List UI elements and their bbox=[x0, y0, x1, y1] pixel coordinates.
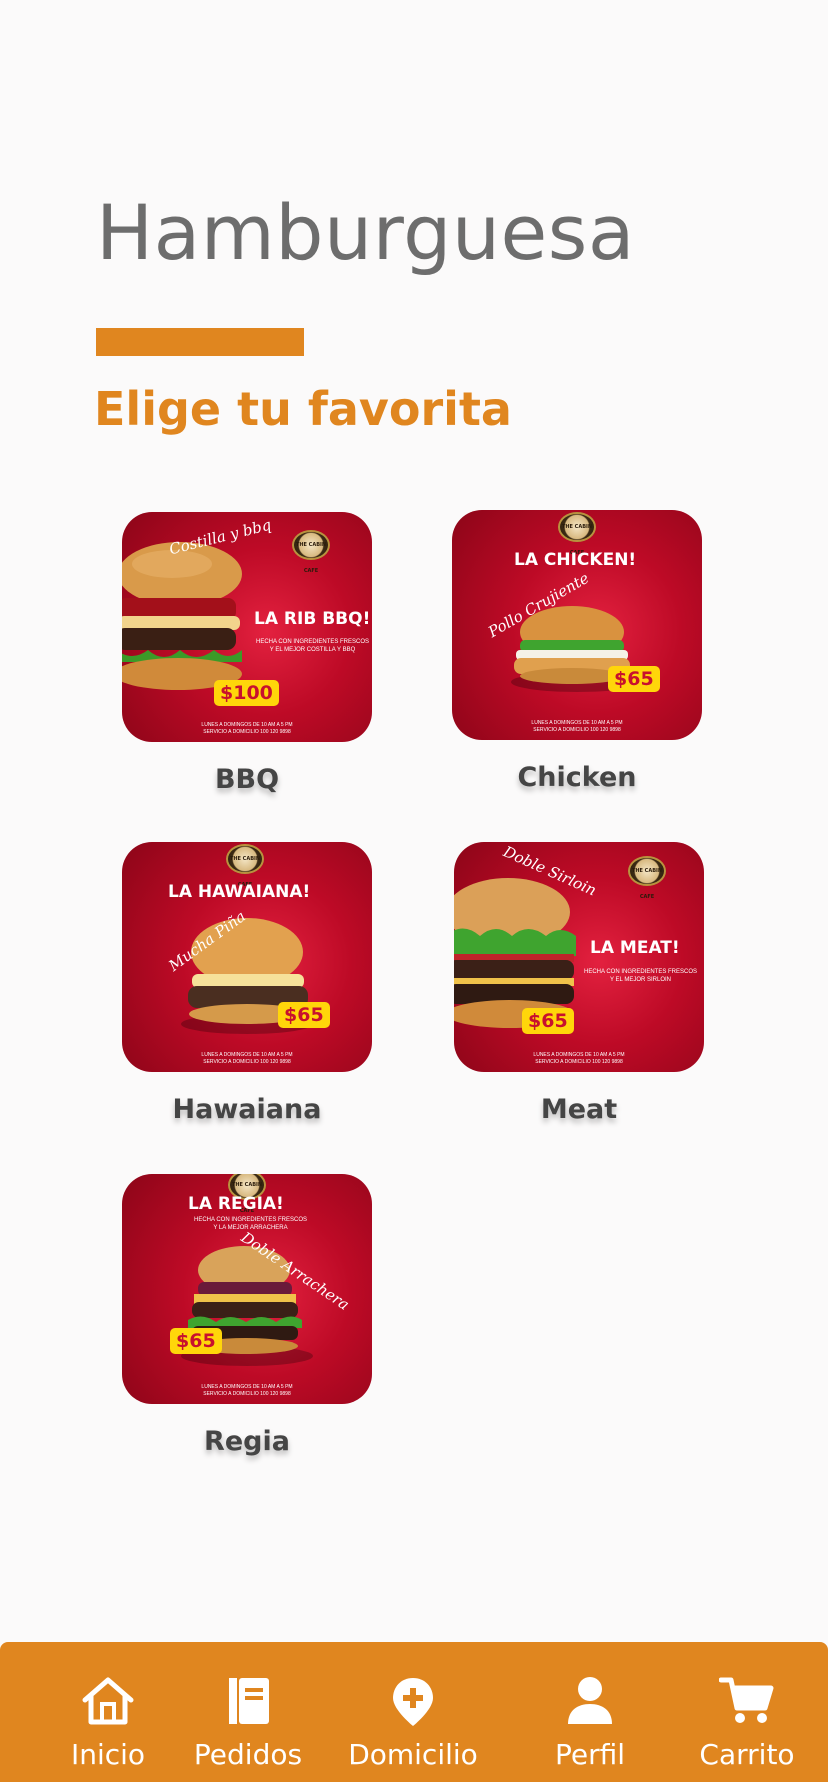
price-badge: $65 bbox=[278, 1002, 330, 1028]
home-icon bbox=[82, 1677, 134, 1725]
promo-name: LA REGIA! bbox=[188, 1194, 284, 1214]
nav-label: Carrito bbox=[699, 1738, 795, 1771]
product-label[interactable]: BBQ bbox=[122, 764, 372, 795]
product-label[interactable]: Hawaiana bbox=[122, 1094, 372, 1125]
product-image-hawaiana[interactable]: THE CABIN CAFE LA HAWAIANA! Mucha Piña $… bbox=[122, 842, 372, 1072]
promo-description: HECHA CON INGREDIENTES FRESCOS Y EL MEJO… bbox=[584, 969, 698, 983]
price-badge: $100 bbox=[214, 680, 279, 706]
cafe-logo: THE CABIN CAFE bbox=[628, 856, 666, 900]
nav-label: Perfil bbox=[554, 1738, 626, 1771]
product-label[interactable]: Meat bbox=[454, 1094, 704, 1125]
book-icon bbox=[229, 1678, 269, 1724]
product-card-meat[interactable]: Doble Sirloin THE CABIN CAFE LA MEAT! HE… bbox=[454, 842, 704, 1125]
nav-label: Pedidos bbox=[193, 1738, 303, 1771]
cafe-logo: THE CABIN CAFE bbox=[558, 512, 596, 556]
nav-label: Domicilio bbox=[348, 1738, 478, 1771]
product-label[interactable]: Chicken bbox=[452, 762, 702, 793]
product-card-hawaiana[interactable]: THE CABIN CAFE LA HAWAIANA! Mucha Piña $… bbox=[122, 842, 372, 1125]
price-badge: $65 bbox=[608, 666, 660, 692]
page-subtitle: Elige tu favorita bbox=[94, 382, 512, 436]
promo-name: LA HAWAIANA! bbox=[168, 882, 311, 902]
price-badge: $65 bbox=[522, 1008, 574, 1034]
promo-footer: LUNES A DOMINGOS DE 10 AM A 5 PM SERVICI… bbox=[201, 722, 293, 735]
promo-name: LA MEAT! bbox=[590, 938, 680, 958]
nav-item-perfil[interactable]: Perfil bbox=[548, 1642, 632, 1782]
user-icon bbox=[568, 1677, 612, 1724]
location-plus-icon bbox=[393, 1678, 433, 1726]
nav-label: Inicio bbox=[70, 1738, 146, 1771]
promo-footer: LUNES A DOMINGOS DE 10 AM A 5 PM SERVICI… bbox=[533, 1052, 625, 1065]
nav-item-carrito[interactable]: Carrito bbox=[696, 1642, 798, 1782]
promo-name: LA CHICKEN! bbox=[514, 550, 637, 570]
product-card-chicken[interactable]: THE CABIN CAFE LA CHICKEN! Pollo Crujien… bbox=[452, 510, 702, 793]
promo-footer: LUNES A DOMINGOS DE 10 AM A 5 PM SERVICI… bbox=[201, 1052, 293, 1065]
product-image-regia[interactable]: THE CABIN CAFE LA REGIA! HECHA CON INGRE… bbox=[122, 1174, 372, 1404]
price-badge: $65 bbox=[170, 1328, 222, 1354]
cafe-logo: THE CABIN CAFE bbox=[292, 530, 330, 574]
product-label[interactable]: Regia bbox=[122, 1426, 372, 1457]
product-card-bbq[interactable]: Costilla y bbq THE CABIN CAFE LA RIB BBQ… bbox=[122, 512, 372, 795]
bottom-navigation: Inicio Pedidos Domicilio Perfil Carrito bbox=[0, 1642, 828, 1782]
cafe-logo: THE CABIN CAFE bbox=[226, 844, 264, 888]
promo-name: LA RIB BBQ! bbox=[254, 609, 371, 629]
nav-item-pedidos[interactable]: Pedidos bbox=[186, 1642, 310, 1782]
page-title: Hamburguesa bbox=[96, 188, 635, 277]
promo-footer: LUNES A DOMINGOS DE 10 AM A 5 PM SERVICI… bbox=[531, 720, 623, 733]
product-card-regia[interactable]: THE CABIN CAFE LA REGIA! HECHA CON INGRE… bbox=[122, 1174, 372, 1457]
promo-footer: LUNES A DOMINGOS DE 10 AM A 5 PM SERVICI… bbox=[201, 1384, 293, 1397]
promo-description: HECHA CON INGREDIENTES FRESCOS Y EL MEJO… bbox=[256, 639, 370, 653]
product-image-bbq[interactable]: Costilla y bbq THE CABIN CAFE LA RIB BBQ… bbox=[122, 512, 372, 742]
nav-item-inicio[interactable]: Inicio bbox=[56, 1642, 160, 1782]
product-image-chicken[interactable]: THE CABIN CAFE LA CHICKEN! Pollo Crujien… bbox=[452, 510, 702, 740]
product-image-meat[interactable]: Doble Sirloin THE CABIN CAFE LA MEAT! HE… bbox=[454, 842, 704, 1072]
cart-icon bbox=[719, 1677, 774, 1723]
title-underline bbox=[96, 328, 304, 356]
nav-item-domicilio[interactable]: Domicilio bbox=[344, 1642, 482, 1782]
